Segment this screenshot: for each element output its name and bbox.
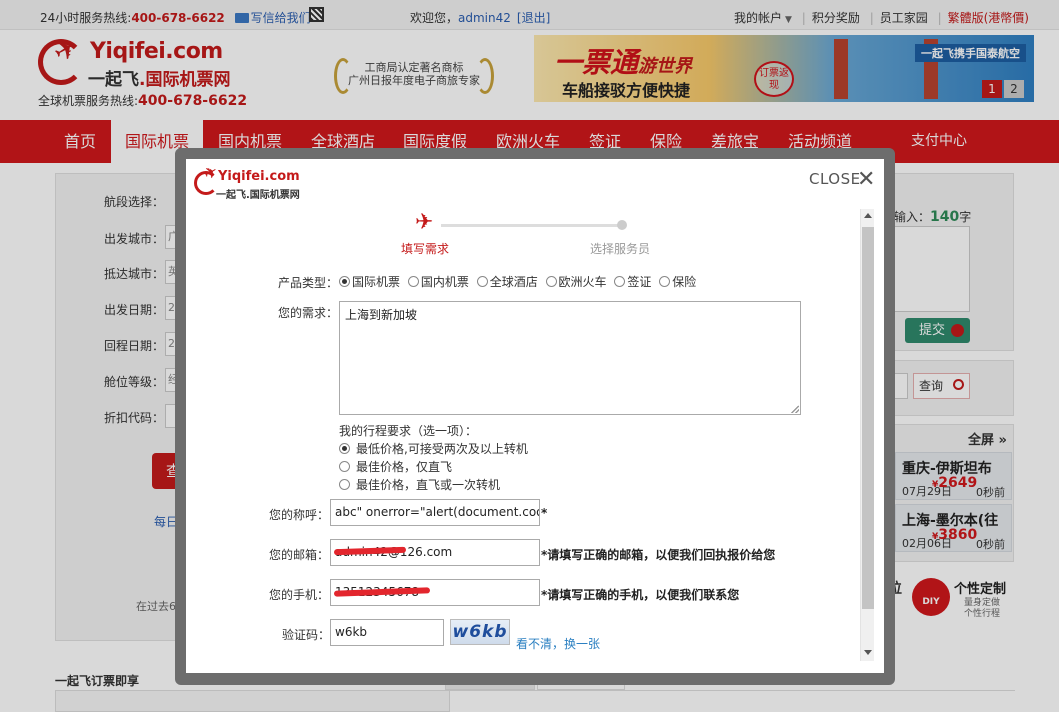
radio-checked-icon	[339, 276, 350, 287]
radio-icon	[407, 276, 419, 287]
radio-visa[interactable]: 签证	[614, 275, 651, 289]
radio-label: 最佳价格，仅直飞	[356, 460, 453, 474]
captcha-image[interactable]: w6kb	[450, 619, 510, 645]
resize-grip-icon[interactable]	[791, 405, 799, 413]
radio-label: 签证	[627, 275, 652, 289]
radio-icon	[476, 276, 488, 287]
need-value: 上海到新加坡	[345, 308, 418, 322]
radio-icon	[339, 461, 350, 472]
email-hint: *请填写正确的邮箱，以便我们回执报价给您	[541, 546, 775, 563]
scroll-down-icon[interactable]	[864, 650, 872, 655]
product-type-radios: 国际机票 国内机票 全球酒店 欧洲火车 签证 保险	[339, 273, 700, 290]
radio-icon	[339, 479, 350, 490]
close-button[interactable]: CLOSE ✕	[809, 167, 875, 192]
radio-label: 国内机票	[420, 275, 469, 289]
scroll-thumb[interactable]	[862, 227, 874, 609]
req-option-lowest[interactable]: 最低价格,可接受两次及以上转机	[339, 440, 528, 457]
name-label: 您的称呼：	[269, 508, 330, 522]
need-textarea[interactable]: 上海到新加坡	[339, 301, 801, 415]
step-dot	[617, 220, 627, 230]
radio-icon	[659, 276, 671, 287]
step-fill-requirement: 填写需求	[401, 242, 450, 256]
scroll-up-icon[interactable]	[864, 213, 872, 218]
email-label: 您的邮箱：	[269, 548, 330, 562]
close-label: CLOSE	[809, 170, 861, 188]
required-star: *	[541, 506, 548, 520]
req-option-direct[interactable]: 最佳价格，仅直飞	[339, 458, 452, 475]
radio-hotels[interactable]: 全球酒店	[476, 275, 538, 289]
radio-icon	[545, 276, 557, 287]
step-choose-agent: 选择服务员	[590, 242, 651, 256]
captcha-input[interactable]: w6kb	[330, 619, 444, 646]
itinerary-requirement-title: 我的行程要求（选一项）：	[339, 424, 478, 438]
radio-intl-flights[interactable]: 国际机票	[339, 275, 400, 289]
radio-domestic-flights[interactable]: 国内机票	[407, 275, 469, 289]
name-input[interactable]: abc" onerror="alert(document.cook	[330, 499, 540, 526]
modal-logo: ✈ Yiqifei.com 一起飞.国际机票网	[194, 161, 314, 203]
phone-hint: *请填写正确的手机，以便我们联系您	[541, 586, 739, 603]
radio-label: 保险	[672, 275, 697, 289]
radio-label: 最低价格,可接受两次及以上转机	[356, 442, 528, 456]
radio-label: 国际机票	[352, 275, 401, 289]
radio-euro-rail[interactable]: 欧洲火车	[545, 275, 607, 289]
email-hint-text: 请填写正确的邮箱，以便我们回执报价给您	[547, 548, 776, 562]
close-icon: ✕	[857, 167, 876, 192]
step-track	[441, 224, 621, 227]
req-option-one-stop[interactable]: 最佳价格，直飞或一次转机	[339, 476, 500, 493]
radio-insurance[interactable]: 保险	[659, 275, 696, 289]
radio-icon	[614, 276, 626, 287]
radio-label: 最佳价格，直飞或一次转机	[356, 478, 501, 492]
modal-logo-en: Yiqifei.com	[218, 169, 300, 184]
phone-label: 您的手机：	[269, 588, 330, 602]
captcha-label: 验证码：	[282, 628, 331, 642]
need-label: 您的需求：	[278, 306, 339, 320]
modal-logo-cn: 一起飞.国际机票网	[216, 190, 300, 201]
modal-scrollbar[interactable]	[860, 209, 874, 661]
radio-label: 欧洲火车	[558, 275, 607, 289]
radio-label: 全球酒店	[489, 275, 538, 289]
product-type-label: 产品类型：	[278, 276, 339, 290]
refresh-captcha-link[interactable]: 看不清，换一张	[516, 635, 600, 652]
plane-icon: ✈	[415, 210, 434, 235]
phone-hint-text: 请填写正确的手机，以便我们联系您	[547, 588, 740, 602]
requirement-modal: ✈ Yiqifei.com 一起飞.国际机票网 CLOSE ✕ ✈ 填写需求 选择…	[186, 159, 884, 673]
radio-checked-icon	[339, 443, 350, 454]
